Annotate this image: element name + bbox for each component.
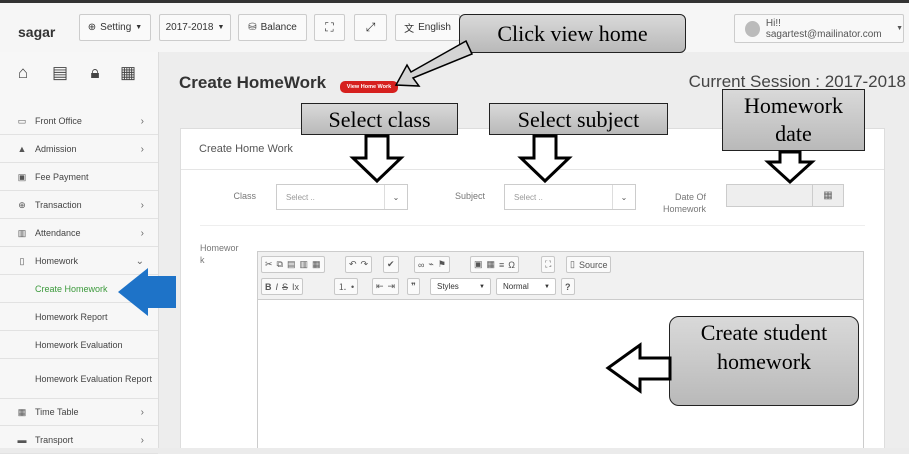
arrow-down-class [349,134,405,184]
arrow-blue-create-homework [118,268,176,316]
annotation-arrows [118,39,816,394]
arrow-down-date [764,150,816,185]
arrow-down-subject [517,134,573,184]
arrow-left-editor [605,342,672,394]
arrow-to-view-home [394,39,474,87]
